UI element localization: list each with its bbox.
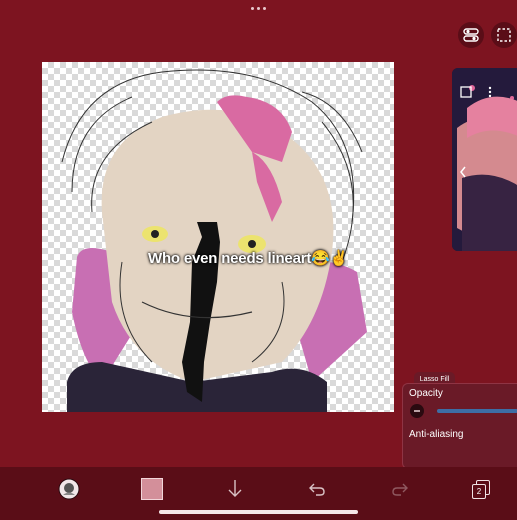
drawing-canvas[interactable]: [42, 62, 394, 412]
color-swatch-button[interactable]: [141, 477, 163, 501]
ref-more-button[interactable]: [483, 85, 497, 99]
ref-checkbox[interactable]: [459, 85, 473, 99]
layers-button[interactable]: 2: [471, 477, 491, 501]
selection-button[interactable]: [491, 22, 517, 48]
toggle-button[interactable]: [458, 22, 484, 48]
opacity-slider[interactable]: [437, 409, 517, 413]
more-icon: [488, 86, 492, 98]
profile-button[interactable]: [57, 477, 81, 501]
artwork: [61, 69, 367, 412]
undo-icon: [309, 483, 325, 496]
lasso-fill-panel: Opacity Anti-aliasing: [402, 383, 517, 469]
redo-icon: [392, 483, 408, 496]
profile-icon: [58, 478, 80, 500]
anti-aliasing-label[interactable]: Anti-aliasing: [409, 429, 463, 440]
redo-button[interactable]: [389, 477, 411, 501]
opacity-decrease-button[interactable]: [410, 404, 424, 418]
undo-button[interactable]: [306, 477, 328, 501]
ref-collapse-button[interactable]: [456, 165, 470, 179]
toggle-icon: [463, 28, 479, 42]
checkbox-icon: [460, 86, 472, 98]
download-icon: [228, 480, 242, 497]
layers-icon: 2: [472, 480, 490, 499]
top-handle[interactable]: [251, 7, 266, 10]
home-indicator[interactable]: [159, 510, 358, 514]
selection-icon: [497, 28, 511, 42]
reference-panel[interactable]: [452, 68, 517, 251]
layers-count: 2: [472, 484, 486, 499]
opacity-label: Opacity: [409, 388, 443, 399]
chevron-left-icon: [460, 166, 466, 178]
canvas-caption: Who even needs lineart😂✌️: [148, 250, 349, 267]
color-swatch: [141, 478, 163, 500]
download-button[interactable]: [224, 477, 246, 501]
